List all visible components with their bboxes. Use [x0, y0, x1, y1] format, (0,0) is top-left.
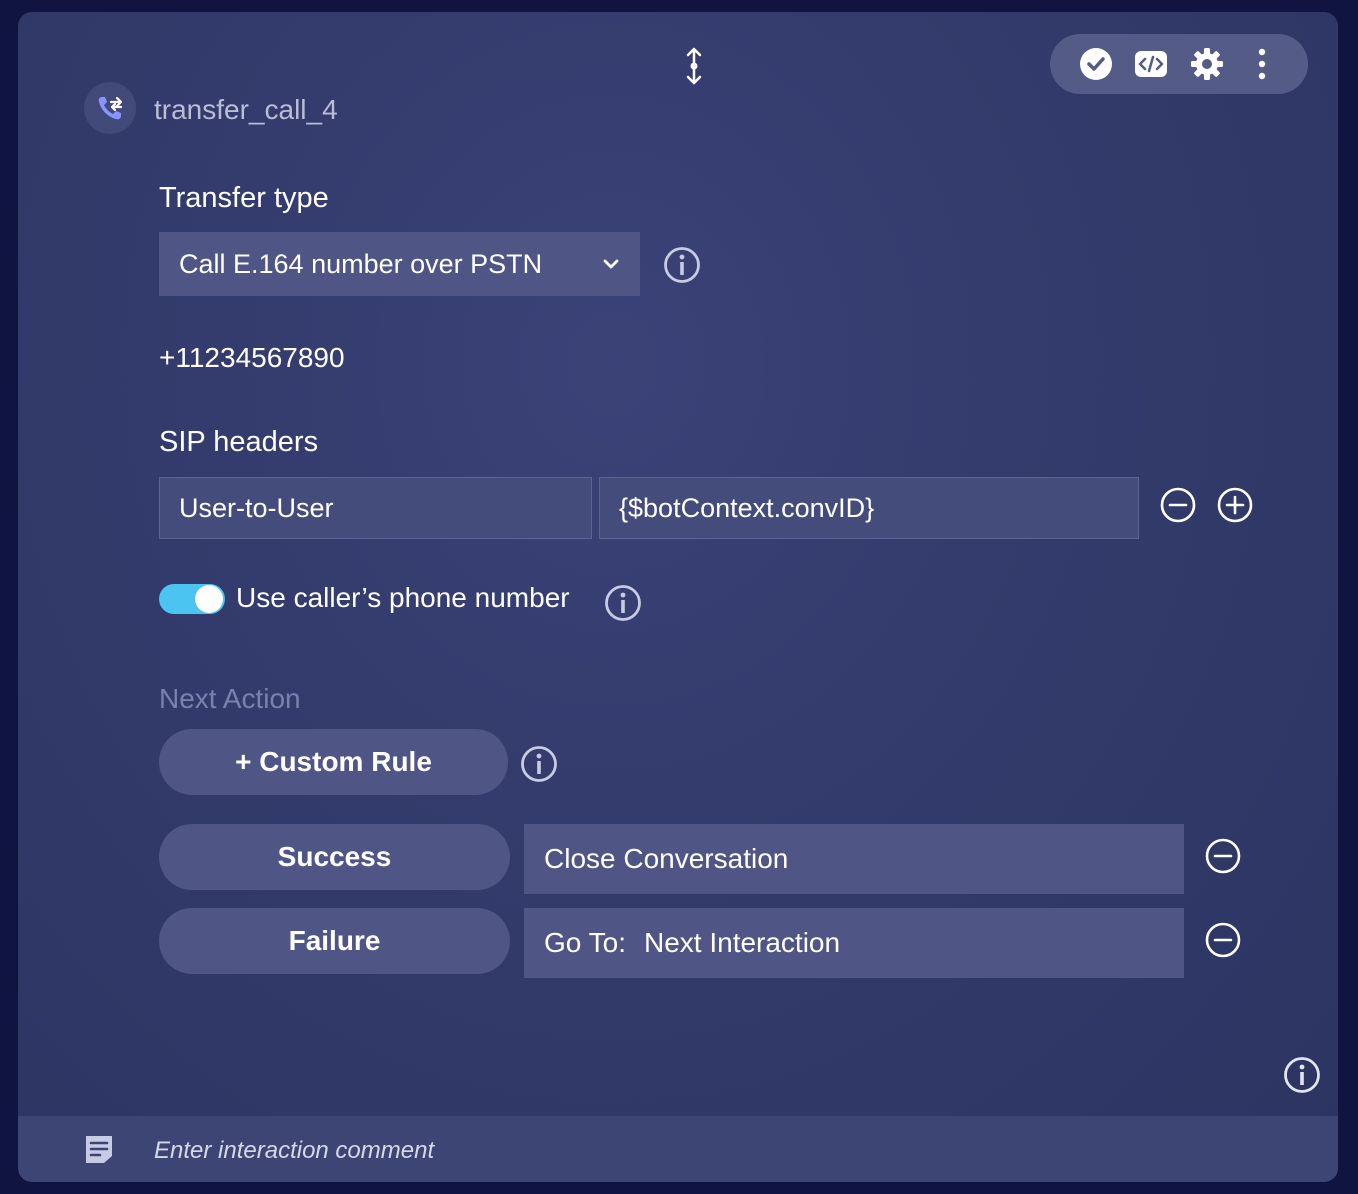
- success-rule-button[interactable]: Success: [159, 824, 510, 890]
- transfer-type-select[interactable]: Call E.164 number over PSTN: [159, 232, 640, 296]
- sip-headers-label: SIP headers: [159, 426, 319, 458]
- check-icon[interactable]: [1076, 44, 1116, 84]
- phone-transfer-icon: [84, 82, 136, 134]
- remove-header-icon[interactable]: [1159, 486, 1197, 524]
- more-vertical-icon[interactable]: [1242, 44, 1282, 84]
- info-icon[interactable]: [663, 246, 701, 284]
- phone-number[interactable]: +11234567890: [159, 342, 345, 374]
- success-action-value: Close Conversation: [544, 843, 789, 874]
- success-action-field[interactable]: Close Conversation: [524, 824, 1184, 894]
- toggle-knob: [195, 585, 223, 613]
- info-icon[interactable]: [1283, 1056, 1321, 1094]
- vertical-resize-icon[interactable]: [682, 46, 706, 86]
- code-icon[interactable]: [1131, 44, 1171, 84]
- sip-header-name-field[interactable]: User-to-User: [159, 477, 592, 539]
- use-caller-number-label: Use caller’s phone number: [236, 582, 570, 613]
- failure-rule-button[interactable]: Failure: [159, 908, 510, 974]
- info-icon[interactable]: [520, 745, 558, 783]
- interaction-card: transfer_call_4 Transfer type Call E.164…: [18, 12, 1338, 1182]
- remove-success-rule-icon[interactable]: [1204, 837, 1242, 875]
- add-header-icon[interactable]: [1216, 486, 1254, 524]
- sip-header-value-field[interactable]: {$botContext.convID}: [599, 477, 1139, 539]
- node-toolbar: [1050, 34, 1308, 94]
- info-icon[interactable]: [604, 584, 642, 622]
- node-title[interactable]: transfer_call_4: [154, 94, 338, 126]
- use-caller-number-toggle[interactable]: [159, 584, 225, 614]
- failure-action-field[interactable]: Go To: Next Interaction: [524, 908, 1184, 978]
- gear-icon[interactable]: [1187, 44, 1227, 84]
- comment-icon: [86, 1136, 112, 1163]
- comment-input[interactable]: [152, 1132, 1056, 1170]
- failure-action-prefix: Go To:: [544, 927, 626, 958]
- transfer-type-label: Transfer type: [159, 182, 329, 214]
- custom-rule-button[interactable]: + Custom Rule: [159, 729, 508, 795]
- remove-failure-rule-icon[interactable]: [1204, 921, 1242, 959]
- failure-action-value: Next Interaction: [643, 927, 841, 958]
- transfer-type-value: Call E.164 number over PSTN: [179, 248, 543, 279]
- chevron-down-icon: [603, 259, 619, 269]
- next-action-label: Next Action: [159, 683, 301, 714]
